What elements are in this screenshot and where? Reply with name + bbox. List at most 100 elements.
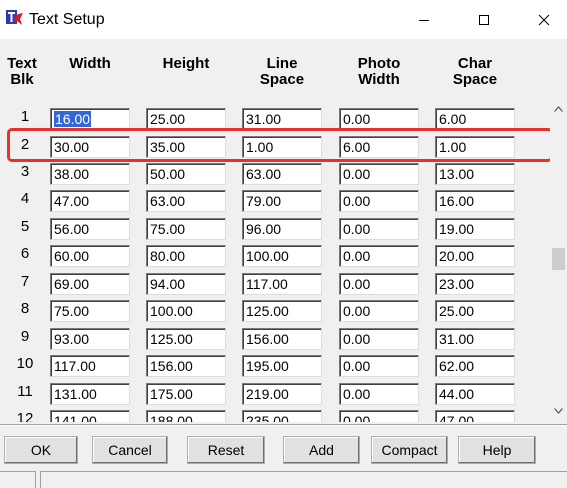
line-space-field[interactable]: 1.00	[242, 136, 322, 158]
width-field[interactable]: 75.00	[50, 300, 130, 322]
width-field[interactable]: 131.00	[50, 383, 130, 405]
photo-width-field[interactable]: 0.00	[339, 355, 419, 377]
line-space-field[interactable]: 100.00	[242, 245, 322, 267]
photo-width-field[interactable]: 0.00	[339, 218, 419, 240]
line-space-field[interactable]: 235.00	[242, 410, 322, 422]
line-space-field[interactable]: 117.00	[242, 273, 322, 295]
width-field[interactable]: 141.00	[50, 410, 130, 422]
photo-width-field[interactable]: 0.00	[339, 108, 419, 130]
height-field[interactable]: 35.00	[146, 136, 226, 158]
photo-width-field[interactable]: 0.00	[339, 383, 419, 405]
grid-row: 5 56.00 75.00 96.00 0.00 19.00	[0, 214, 550, 242]
title-bar: Text Setup	[0, 0, 567, 39]
photo-width-field[interactable]: 0.00	[339, 163, 419, 185]
char-space-field[interactable]: 31.00	[435, 328, 515, 350]
column-header-height: Height	[146, 56, 226, 72]
line-space-field[interactable]: 79.00	[242, 190, 322, 212]
height-field[interactable]: 80.00	[146, 245, 226, 267]
vertical-scrollbar[interactable]	[550, 100, 567, 422]
width-field[interactable]: 16.00	[50, 108, 130, 130]
minimize-button[interactable]	[401, 0, 447, 39]
row-number: 1	[20, 108, 30, 125]
column-header-line2: Space	[259, 71, 305, 88]
width-field[interactable]: 38.00	[50, 163, 130, 185]
photo-width-field[interactable]: 0.00	[339, 410, 419, 422]
row-number: 8	[20, 300, 30, 317]
height-field[interactable]: 188.00	[146, 410, 226, 422]
char-space-field[interactable]: 6.00	[435, 108, 515, 130]
cancel-button[interactable]: Cancel	[92, 436, 168, 464]
close-button[interactable]	[521, 0, 567, 39]
width-field[interactable]: 93.00	[50, 328, 130, 350]
height-field[interactable]: 125.00	[146, 328, 226, 350]
width-field[interactable]: 117.00	[50, 355, 130, 377]
height-field[interactable]: 94.00	[146, 273, 226, 295]
char-space-field[interactable]: 13.00	[435, 163, 515, 185]
char-space-field[interactable]: 19.00	[435, 218, 515, 240]
photo-width-field[interactable]: 0.00	[339, 328, 419, 350]
row-number: 4	[20, 190, 30, 207]
photo-width-field[interactable]: 0.00	[339, 245, 419, 267]
char-space-field[interactable]: 47.00	[435, 410, 515, 422]
grid-row: 1 16.00 25.00 31.00 0.00 6.00	[0, 104, 550, 132]
char-space-field[interactable]: 16.00	[435, 190, 515, 212]
char-space-field[interactable]: 62.00	[435, 355, 515, 377]
height-field[interactable]: 50.00	[146, 163, 226, 185]
char-space-field[interactable]: 20.00	[435, 245, 515, 267]
photo-width-field[interactable]: 0.00	[339, 300, 419, 322]
line-space-field[interactable]: 96.00	[242, 218, 322, 240]
photo-width-field[interactable]: 6.00	[339, 136, 419, 158]
compact-button[interactable]: Compact	[371, 436, 448, 464]
column-header-line1: Photo	[357, 55, 401, 72]
height-field[interactable]: 25.00	[146, 108, 226, 130]
window-title: Text Setup	[29, 11, 105, 28]
add-button[interactable]: Add	[283, 436, 360, 464]
photo-width-field[interactable]: 0.00	[339, 190, 419, 212]
char-space-field[interactable]: 23.00	[435, 273, 515, 295]
grid-row: 4 47.00 63.00 79.00 0.00 16.00	[0, 186, 550, 214]
line-space-field[interactable]: 156.00	[242, 328, 322, 350]
line-space-field[interactable]: 219.00	[242, 383, 322, 405]
row-number: 3	[20, 163, 30, 180]
row-number: 9	[20, 328, 30, 345]
column-header-line1: Width	[69, 55, 111, 72]
column-header-line1: Height	[162, 55, 210, 72]
column-header-width: Width	[50, 56, 130, 72]
grid-row: 3 38.00 50.00 63.00 0.00 13.00	[0, 159, 550, 187]
height-field[interactable]: 175.00	[146, 383, 226, 405]
line-space-field[interactable]: 125.00	[242, 300, 322, 322]
char-space-field[interactable]: 25.00	[435, 300, 515, 322]
width-field[interactable]: 47.00	[50, 190, 130, 212]
ok-button[interactable]: OK	[4, 436, 78, 464]
divider	[0, 424, 567, 426]
grid-row: 2 30.00 35.00 1.00 6.00 1.00	[0, 132, 550, 160]
line-space-field[interactable]: 63.00	[242, 163, 322, 185]
grid-row: 9 93.00 125.00 156.00 0.00 31.00	[0, 324, 550, 352]
column-header-line2: Width	[358, 71, 400, 88]
width-field[interactable]: 60.00	[50, 245, 130, 267]
row-number: 12	[16, 410, 34, 422]
width-field[interactable]: 56.00	[50, 218, 130, 240]
maximize-button[interactable]	[461, 0, 507, 39]
photo-width-field[interactable]: 0.00	[339, 273, 419, 295]
scroll-down-arrow-icon[interactable]	[554, 406, 563, 415]
text-setup-app-icon	[6, 10, 23, 25]
status-bar	[0, 468, 567, 488]
line-space-field[interactable]: 195.00	[242, 355, 322, 377]
width-field[interactable]: 69.00	[50, 273, 130, 295]
line-space-field[interactable]: 31.00	[242, 108, 322, 130]
height-field[interactable]: 75.00	[146, 218, 226, 240]
status-pane	[40, 471, 567, 488]
char-space-field[interactable]: 44.00	[435, 383, 515, 405]
reset-button[interactable]: Reset	[187, 436, 265, 464]
grid-row: 11 131.00 175.00 219.00 0.00 44.00	[0, 379, 550, 407]
height-field[interactable]: 100.00	[146, 300, 226, 322]
scroll-up-arrow-icon[interactable]	[554, 105, 563, 114]
column-header-text-blk: Text Blk	[2, 56, 42, 88]
height-field[interactable]: 63.00	[146, 190, 226, 212]
scrollbar-thumb[interactable]	[552, 248, 565, 270]
width-field[interactable]: 30.00	[50, 136, 130, 158]
help-button[interactable]: Help	[458, 436, 536, 464]
height-field[interactable]: 156.00	[146, 355, 226, 377]
char-space-field[interactable]: 1.00	[435, 136, 515, 158]
